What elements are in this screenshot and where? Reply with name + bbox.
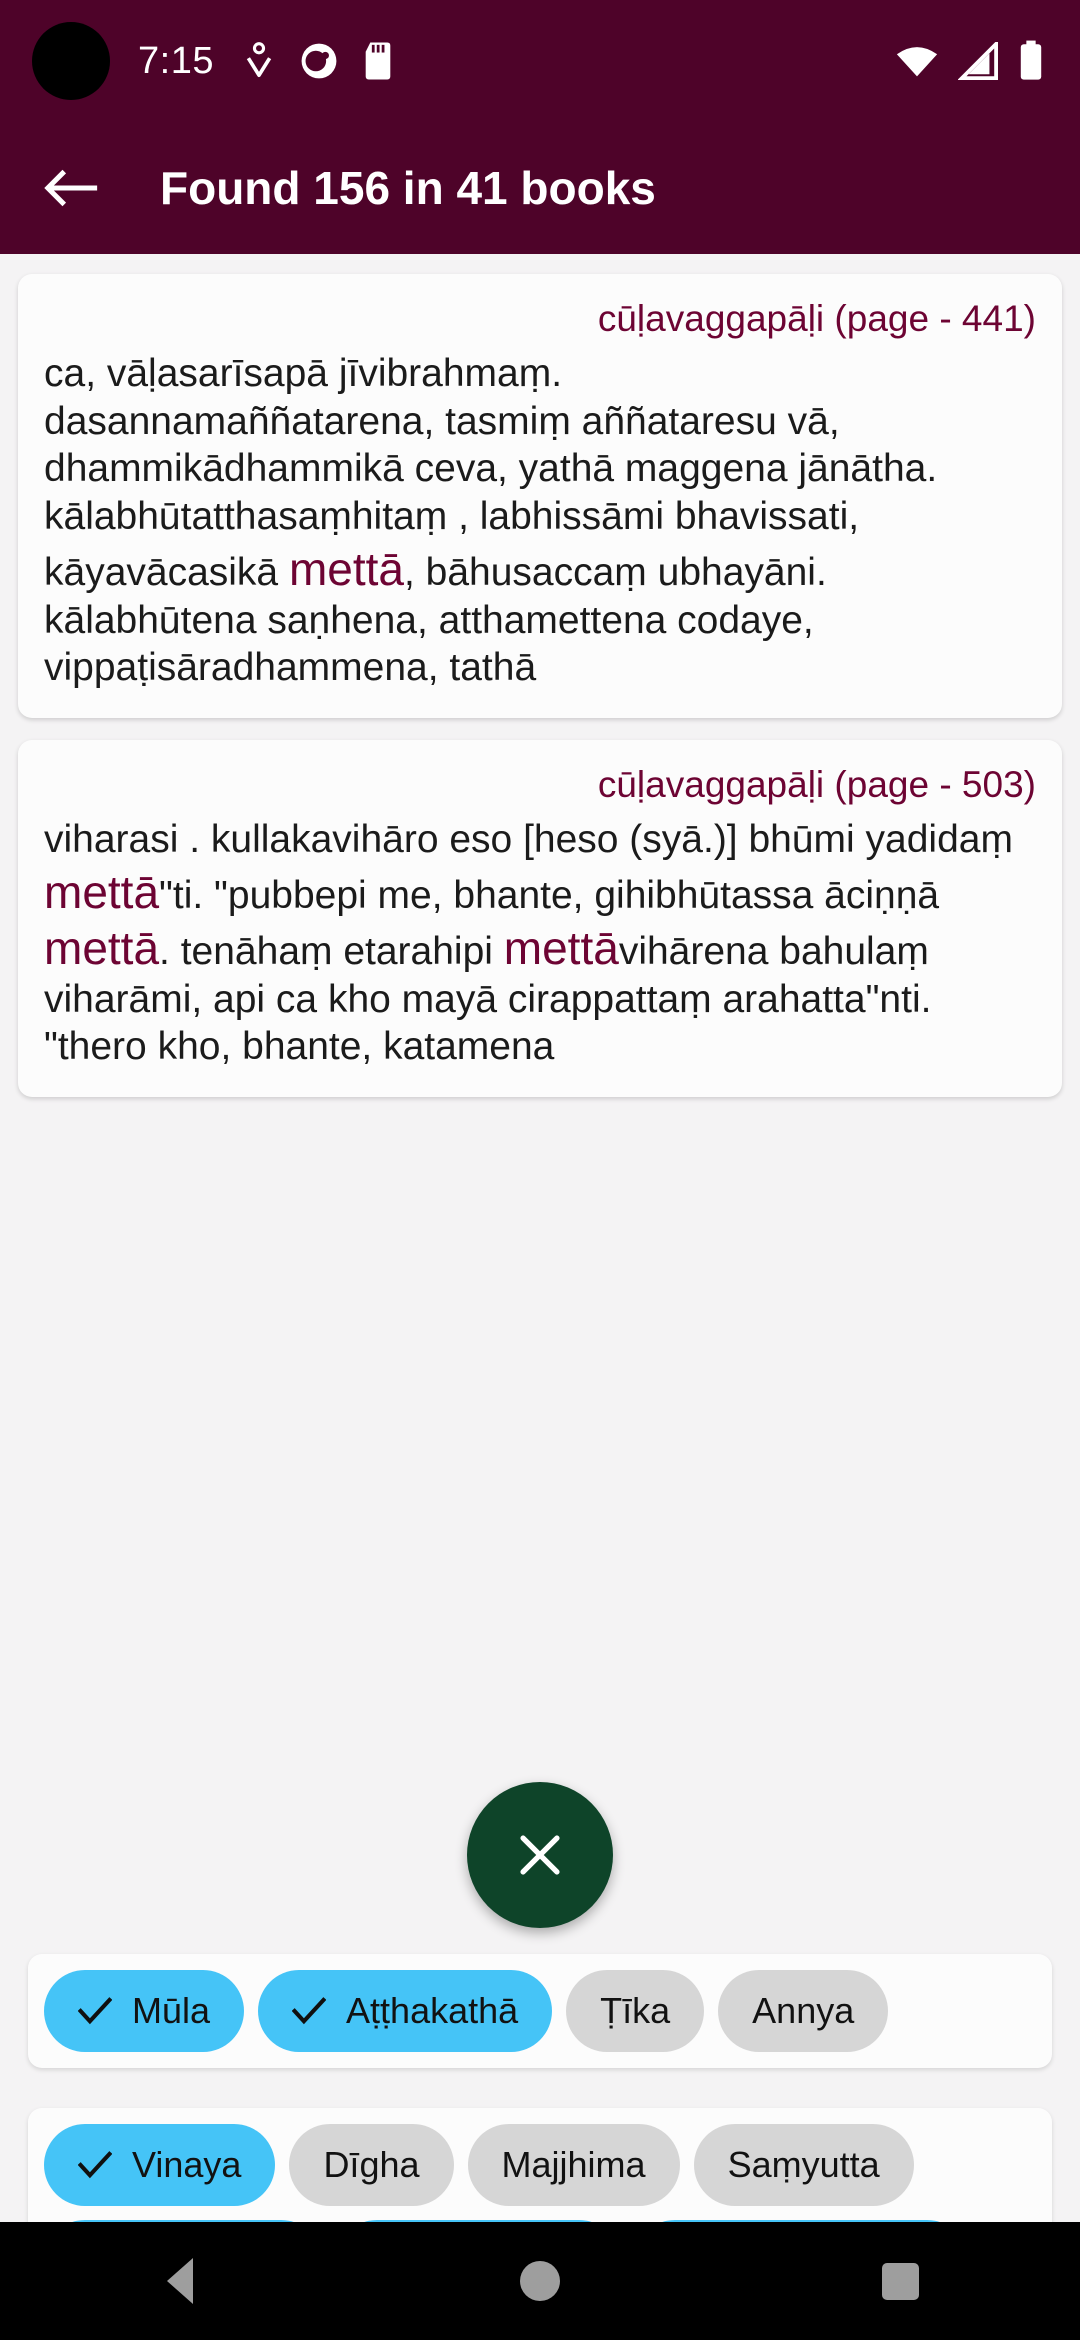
chip-label: Vinaya [132,2144,242,2185]
camera-punch-hole [32,22,110,100]
recents-square-icon [881,2262,919,2300]
check-icon [292,1997,327,2025]
filter-chip-tika[interactable]: Ṭīka [566,1970,705,2052]
filter-sheet: Mūla Aṭṭhakathā Ṭīka Annya Vinaya Dīgha … [0,1886,1080,2222]
search-term-highlight: mettā [503,921,619,974]
result-body-text: viharasi . kullakavihāro eso [heso (syā.… [44,816,1036,1071]
filter-chip-vinaya[interactable]: Vinaya [44,2124,276,2206]
person-pin-icon [242,41,276,81]
cellular-signal-icon [958,42,1000,80]
check-icon [78,2151,112,2179]
result-line-segment: viharasi . kullakavihāro eso [heso (syā.… [44,818,1013,862]
result-line-segment: , bāhusaccaṃ ubhayāni. [404,550,827,594]
chip-label: Mūla [132,1990,211,2031]
clock-face-icon [300,42,338,80]
back-triangle-icon [167,2258,193,2304]
search-term-highlight: mettā [288,542,404,595]
text-type-filter-group: Mūla Aṭṭhakathā Ṭīka Annya [28,1954,1052,2068]
status-bar: 7:15 [0,0,1080,122]
result-card[interactable]: cūḷavaggapāḷi (page - 441) ca, vāḷasarīs… [18,274,1062,718]
page-title: Found 156 in 41 books [160,162,656,214]
search-term-highlight: mettā [44,865,160,918]
result-line: ca, vāḷasarīsapā jīvibrahmaṃ. [44,352,563,396]
result-line: kālabhūtena saṇhena, atthamettena codaye… [44,598,814,642]
status-bar-clock: 7:15 [138,39,214,82]
chip-row: Mūla Aṭṭhakathā Ṭīka Annya [44,1970,1036,2052]
result-line-segment: kāyavācasikā [44,550,289,594]
chip-label: Saṃyutta [727,2144,880,2185]
chip-row: Vinaya Dīgha Majjhima Saṃyutta [44,2124,1036,2222]
chip-label: Annya [752,1990,855,2031]
chip-label: Ṭīka [600,1990,671,2031]
pitaka-filter-group: Vinaya Dīgha Majjhima Saṃyutta [28,2108,1052,2222]
close-filter-fab[interactable] [467,1782,613,1928]
filter-chip-annya[interactable]: Annya [718,1970,889,2052]
result-line: kālabhūtatthasaṃhitaṃ , labhissāmi bhavi… [44,494,860,538]
result-line-segment: . tenāhaṃ etarahipi [159,929,504,973]
chip-label: Aṭṭhakathā [346,1990,519,2031]
status-bar-right-icons [894,40,1044,82]
nav-home-button[interactable] [460,2222,620,2340]
battery-icon [1018,40,1044,82]
sd-card-icon [362,41,394,81]
result-line-segment: "ti. "pubbepi me, bhante, gihibhūtassa ā… [159,873,940,917]
result-line: vippaṭisāradhammena, tathā [44,646,537,690]
result-source-label: cūḷavaggapāḷi (page - 441) [597,298,1036,339]
filter-chip-samyutta[interactable]: Saṃyutta [693,2124,914,2206]
status-bar-left-icons [242,41,394,81]
app-root: 7:15 Found 156 in 41 books cūḷavaggapāḷi… [0,0,1080,2340]
chip-label: Dīgha [323,2144,420,2185]
back-button[interactable] [36,152,108,224]
filter-chip-atthakatha[interactable]: Aṭṭhakathā [258,1970,553,2052]
home-circle-icon [520,2261,560,2301]
result-source-label: cūḷavaggapāḷi (page - 503) [597,763,1036,805]
close-icon [520,1835,560,1875]
nav-back-button[interactable] [100,2222,260,2340]
result-body-text: ca, vāḷasarīsapā jīvibrahmaṃ. dasannamañ… [44,350,1036,692]
search-term-highlight: mettā [44,921,160,974]
filter-chip-majjhima[interactable]: Majjhima [467,2124,680,2206]
arrow-left-icon [44,169,98,207]
search-results-list[interactable]: cūḷavaggapāḷi (page - 441) ca, vāḷasarīs… [0,254,1080,2222]
check-icon [78,1997,112,2025]
wifi-icon [894,43,940,79]
app-bar: Found 156 in 41 books [0,122,1080,254]
result-card[interactable]: cūḷavaggapāḷi (page - 503) viharasi . ku… [18,739,1062,1098]
filter-chip-digha[interactable]: Dīgha [289,2124,454,2206]
android-navigation-bar [0,2222,1080,2340]
chip-label: Majjhima [501,2144,646,2185]
result-line: dhammikādhammikā ceva, yathā maggena jān… [44,447,938,491]
filter-chip-mula[interactable]: Mūla [44,1970,245,2052]
nav-recents-button[interactable] [820,2222,980,2340]
result-line: dasannamaññatarena, tasmiṃ aññataresu vā… [44,399,840,443]
